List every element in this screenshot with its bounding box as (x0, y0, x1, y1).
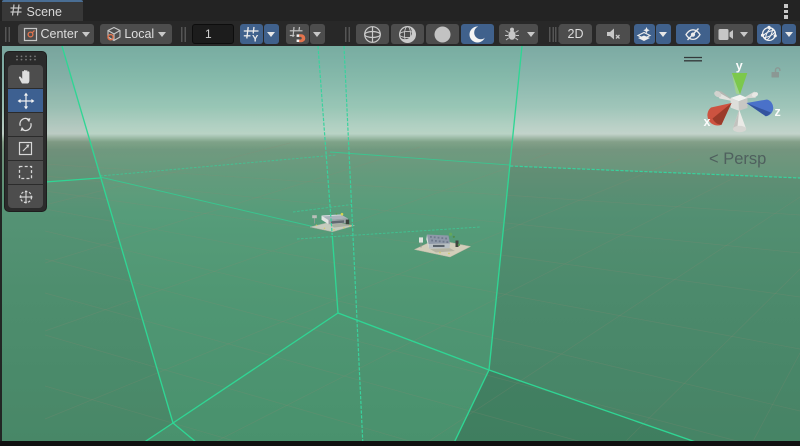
svg-text:y: y (736, 59, 743, 73)
svg-text:Y: Y (252, 33, 259, 43)
svg-text:z: z (775, 105, 781, 119)
svg-text:< Persp: < Persp (709, 150, 766, 168)
svg-text:x: x (704, 115, 711, 129)
